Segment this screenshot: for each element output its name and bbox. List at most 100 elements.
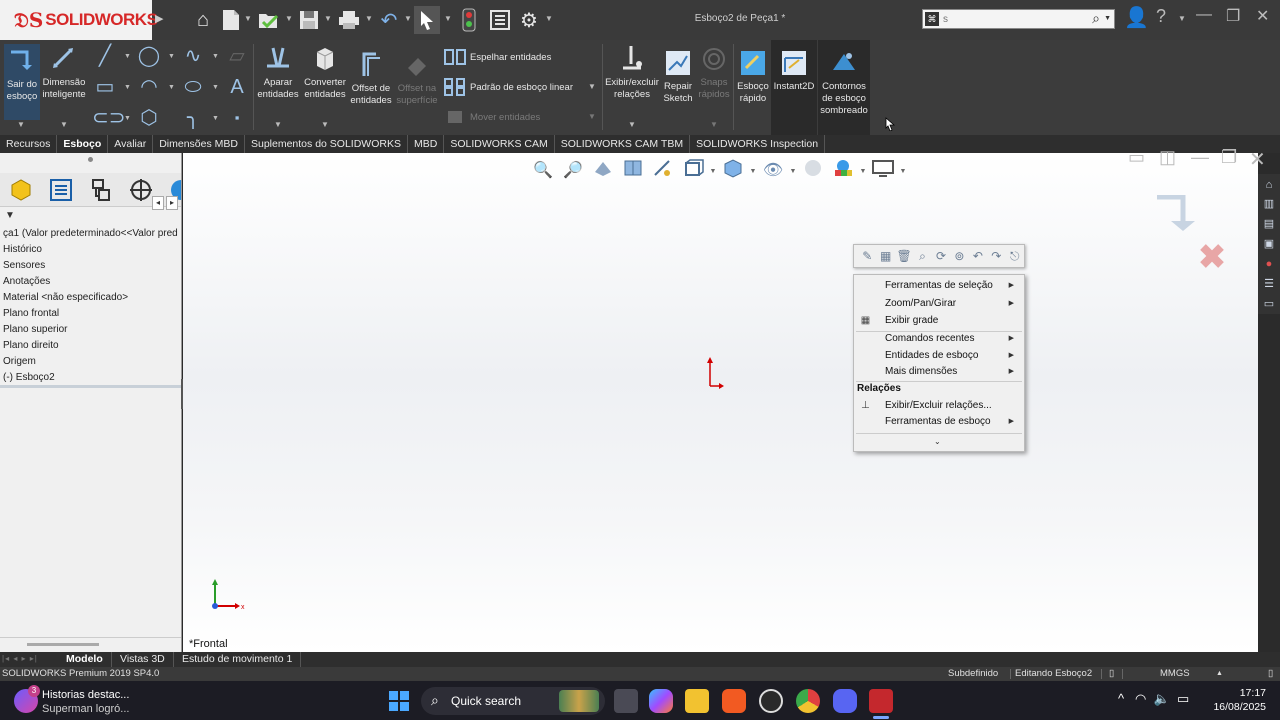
line-tool-icon[interactable]: ╱ [92, 44, 118, 68]
previous-view-icon[interactable] [588, 158, 618, 184]
solidworks-logo[interactable]: 𝔇S SOLIDWORKS [0, 0, 158, 40]
viewport-minimize-icon[interactable]: — [1191, 147, 1209, 168]
options-gear-icon[interactable]: ⚙ [516, 6, 542, 34]
dimxpert-manager-icon[interactable] [128, 177, 154, 203]
tree-item-top-plane[interactable]: Plano superior [0, 322, 181, 338]
mirror-entities-button[interactable]: Espelhar entidades [444, 48, 551, 66]
dynamic-annotation-icon[interactable] [648, 158, 678, 184]
line-dropdown-icon[interactable]: ▼ [124, 53, 131, 60]
zoom-fit-icon[interactable]: ⌕ [913, 247, 931, 265]
tray-overflow-icon[interactable]: ^ [1118, 691, 1124, 706]
slot-dropdown-icon[interactable]: ▼ [124, 115, 131, 122]
tree-item-front-plane[interactable]: Plano frontal [0, 306, 181, 322]
exit-sketch-dropdown-icon[interactable]: ▼ [17, 120, 25, 129]
units-dropdown-icon[interactable]: ▲ [1216, 667, 1223, 681]
view-settings-icon[interactable] [868, 158, 898, 184]
search-scope-icon[interactable]: ⌘ [925, 12, 939, 26]
display-style-dropdown-icon[interactable]: ▼ [748, 168, 758, 175]
select-dropdown-icon[interactable]: ▼ [444, 14, 452, 23]
dimension-dropdown-icon[interactable]: ▼ [60, 120, 68, 129]
slot-tool-icon[interactable]: ⊂⊃ [92, 106, 126, 130]
menu-expand-icon[interactable]: ▶ [155, 12, 163, 25]
wifi-icon[interactable]: ◠ [1135, 691, 1146, 706]
menu-item-sketch-tools[interactable]: Ferramentas de esboço ▶ [854, 414, 1024, 430]
open-document-icon[interactable] [256, 6, 282, 34]
viewport-split-icon[interactable]: ◫ [1159, 147, 1176, 168]
view-settings-dropdown-icon[interactable]: ▼ [898, 168, 908, 175]
arc-dropdown-icon[interactable]: ▼ [168, 84, 175, 91]
configuration-manager-icon[interactable] [88, 177, 114, 203]
exit-sketch-small-icon[interactable]: ⎋ [1006, 247, 1024, 265]
file-explorer-app-icon[interactable] [685, 689, 709, 713]
tab-mbd[interactable]: MBD [408, 135, 445, 153]
trim-entities-button[interactable]: Aparar entidades [256, 44, 300, 101]
save-icon[interactable] [297, 6, 321, 34]
polygon-tool-icon[interactable]: ⬡ [136, 106, 162, 130]
brave-browser-icon[interactable] [722, 689, 746, 713]
tab-esboco[interactable]: Esboço [57, 135, 109, 153]
circle-tool-icon[interactable]: ◯ [136, 44, 162, 68]
battery-icon[interactable]: ▭ [1177, 691, 1189, 706]
convert-dropdown-icon[interactable]: ▼ [321, 120, 329, 129]
text-tool-icon[interactable]: A [224, 75, 250, 99]
restore-icon[interactable]: ❐ [1226, 6, 1240, 26]
convert-entities-button[interactable]: Converter entidades [301, 44, 349, 101]
appearances-icon[interactable]: ● [1261, 256, 1277, 272]
offset-entities-button[interactable]: Offset de entidades [349, 50, 393, 107]
panel-horizontal-scrollbar[interactable] [0, 637, 181, 651]
edit-appearance-icon[interactable] [798, 158, 828, 184]
user-account-icon[interactable]: 👤 [1124, 5, 1149, 30]
system-tray[interactable]: ^ ◠ 🔈 ▭ [1118, 691, 1189, 707]
section-view-icon[interactable] [618, 158, 648, 184]
task-view-icon[interactable] [614, 689, 638, 713]
viewport-close-icon[interactable]: ✕ [1249, 147, 1266, 172]
hide-show-dropdown-icon[interactable]: ▼ [788, 168, 798, 175]
apply-scene-icon[interactable] [828, 158, 858, 184]
system-clock[interactable]: 17:17 16/08/2025 [1206, 686, 1266, 714]
trim-dropdown-icon[interactable]: ▼ [274, 120, 282, 129]
home-icon[interactable]: ⌂ [190, 6, 216, 34]
tree-item-sensors[interactable]: Sensores [0, 258, 181, 274]
menu-item-more-dimensions[interactable]: Mais dimensões ▶ [854, 364, 1024, 380]
fillet-tool-icon[interactable]: ╮ [180, 106, 206, 130]
tab-suplementos[interactable]: Suplementos do SOLIDWORKS [245, 135, 408, 153]
search-input[interactable] [943, 11, 1083, 27]
options-dropdown-icon[interactable]: ▼ [545, 14, 553, 23]
tab-solidworks-cam[interactable]: SOLIDWORKS CAM [444, 135, 555, 153]
help-icon[interactable]: ? [1156, 6, 1166, 27]
view-orientation-icon[interactable] [678, 158, 708, 184]
menu-item-selection-tools[interactable]: Ferramentas de seleção ▶ [854, 278, 1024, 294]
forum-icon[interactable]: ▭ [1261, 296, 1277, 312]
volume-icon[interactable]: 🔈 [1154, 691, 1170, 706]
rebuild-status-icon[interactable]: ▯ [1109, 667, 1114, 681]
custom-properties-icon[interactable]: ☰ [1261, 276, 1277, 292]
panel-scroll-left-icon[interactable]: ◂ [152, 196, 164, 210]
tree-item-annotations[interactable]: Anotações [0, 274, 181, 290]
tree-item-right-plane[interactable]: Plano direito [0, 338, 181, 354]
circle-dropdown-icon[interactable]: ▼ [168, 53, 175, 60]
copilot-icon[interactable] [649, 689, 673, 713]
viewport-tile-icon[interactable]: ▭ [1128, 147, 1145, 168]
taskbar-search-box[interactable]: ⌕ Quick search [421, 687, 605, 715]
unit-system-text[interactable]: MMGS [1160, 667, 1190, 681]
menu-item-display-delete-relations[interactable]: ⊥ Exibir/Excluir relações... [854, 398, 1024, 414]
tab-solidworks-cam-tbm[interactable]: SOLIDWORKS CAM TBM [555, 135, 691, 153]
sketch-icon[interactable]: ✎ [858, 247, 876, 265]
zoom-to-area-icon[interactable]: 🔎 [558, 158, 588, 184]
obs-studio-icon[interactable] [759, 689, 783, 713]
open-dropdown-icon[interactable]: ▼ [285, 14, 293, 23]
panel-scroll-right-icon[interactable]: ▸ [166, 196, 178, 210]
menu-item-recent-commands[interactable]: Comandos recentes ▶ [854, 331, 1024, 347]
rebuild-traffic-light-icon[interactable] [458, 6, 480, 34]
exit-sketch-button[interactable]: Sair do esboço [4, 44, 40, 120]
undo-dropdown-icon[interactable]: ▼ [404, 14, 412, 23]
help-dropdown-icon[interactable]: ▼ [1178, 14, 1186, 23]
spline-tool-icon[interactable]: ∿ [180, 44, 206, 68]
menu-item-show-grid[interactable]: ▦ Exibir grade [854, 313, 1024, 329]
redo-view-icon[interactable]: ↷ [987, 247, 1005, 265]
windows-start-icon[interactable] [389, 691, 409, 711]
property-manager-icon[interactable] [48, 177, 74, 203]
filter-icon[interactable]: ▼ [5, 210, 15, 221]
new-dropdown-icon[interactable]: ▼ [244, 14, 252, 23]
panel-grip-icon[interactable] [88, 157, 93, 162]
